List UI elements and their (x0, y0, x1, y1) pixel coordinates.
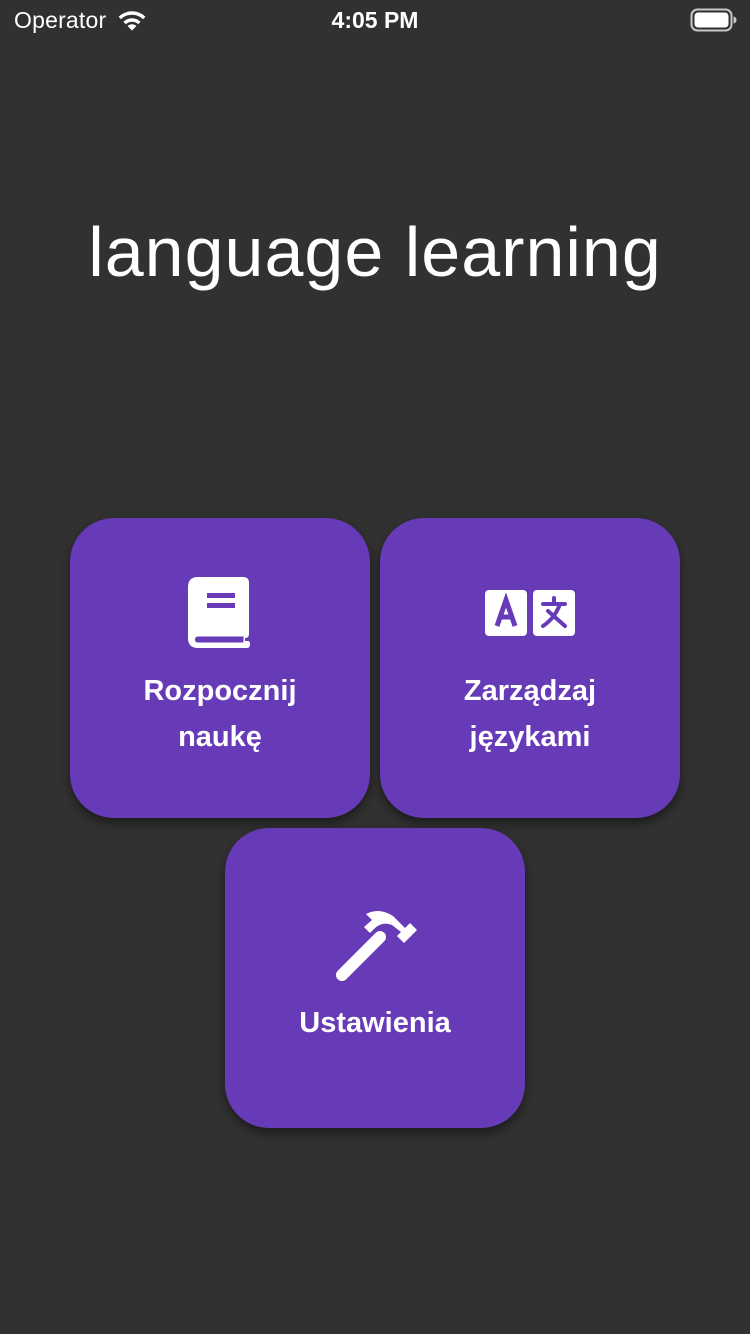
start-learning-button[interactable]: Rozpocznij naukę (70, 518, 370, 818)
app-title: language learning (88, 213, 662, 291)
manage-languages-button[interactable]: Zarządzaj językami (380, 518, 680, 818)
settings-button[interactable]: Ustawienia (225, 828, 525, 1128)
translate-icon-wrap (380, 590, 680, 636)
settings-label: Ustawienia (299, 1007, 451, 1039)
translate-icon (485, 590, 575, 636)
book-icon (188, 577, 250, 648)
battery-icon (690, 8, 737, 32)
manage-languages-label-line2: językami (469, 721, 591, 753)
status-bar: Operator 4:05 PM (0, 0, 750, 40)
hammer-icon (336, 910, 417, 981)
book-icon-wrap (70, 577, 370, 649)
hammer-icon-wrap (225, 908, 525, 984)
start-learning-label-line1: Rozpocznij (143, 675, 297, 707)
status-time: 4:05 PM (331, 7, 419, 33)
start-learning-label-line2: naukę (178, 721, 262, 753)
manage-languages-label-line1: Zarządzaj (463, 675, 597, 707)
